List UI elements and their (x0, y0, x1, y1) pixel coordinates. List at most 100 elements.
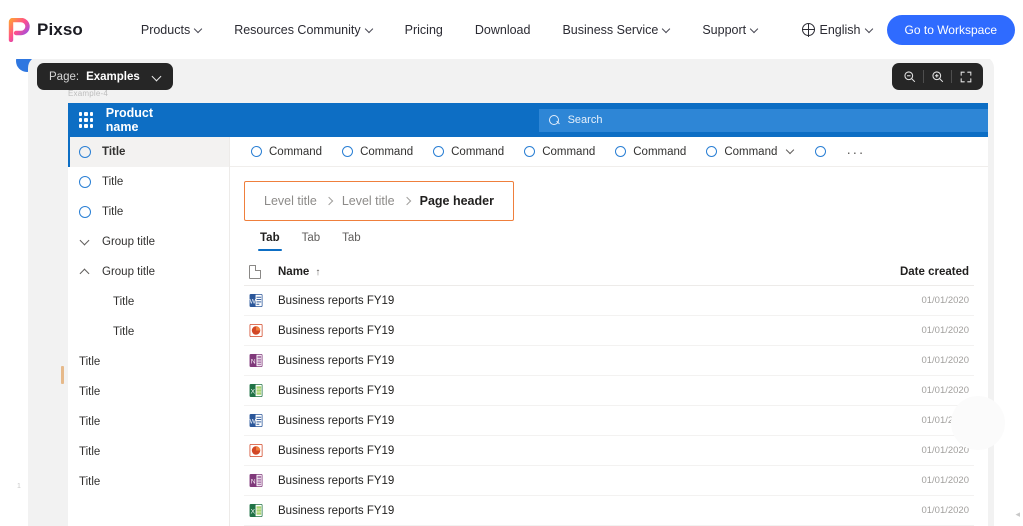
nav-item-business-service[interactable]: Business Service (546, 17, 686, 43)
radio-icon (79, 176, 91, 188)
app-header-bar: Product name Search (68, 103, 988, 137)
radio-icon (342, 146, 353, 157)
sidebar-group-1[interactable]: Group title (68, 227, 229, 257)
sidebar-item-label: Title (79, 476, 100, 488)
chevron-up-icon (79, 266, 91, 278)
column-header-date[interactable]: Date created (900, 266, 974, 278)
table-row[interactable]: N Business reports FY19 01/01/2020 (244, 466, 974, 496)
command-button-6[interactable]: Command (696, 146, 805, 158)
file-date: 01/01/2020 (921, 475, 974, 486)
command-label: Command (269, 146, 322, 158)
frame-label[interactable]: Example-4 (68, 89, 108, 98)
app-title: Product name (106, 106, 178, 134)
radio-icon (615, 146, 626, 157)
nav-item-label: Products (141, 23, 190, 37)
breadcrumb-item-2[interactable]: Level title (342, 194, 395, 208)
nav-item-pricing[interactable]: Pricing (389, 17, 459, 43)
command-label: Command (360, 146, 413, 158)
table-row[interactable]: N Business reports FY19 01/01/2020 (244, 346, 974, 376)
brand-logo[interactable]: Pixso (8, 18, 83, 42)
brand-name: Pixso (37, 20, 83, 40)
file-name: Business reports FY19 (278, 385, 394, 397)
sidebar-item-title-3[interactable]: Title (68, 197, 229, 227)
sidebar-item-label: Title (102, 176, 123, 188)
sidebar-item-label: Title (113, 326, 134, 338)
page-selector[interactable]: Page: Examples (37, 63, 173, 90)
nav-item-resources-community[interactable]: Resources Community (218, 17, 388, 43)
zoom-out-icon[interactable] (896, 63, 923, 90)
sidebar-child-1[interactable]: Title (68, 287, 229, 317)
column-header-name[interactable]: Name ↑ (278, 266, 320, 278)
nav-item-products[interactable]: Products (125, 17, 218, 43)
command-button-2[interactable]: Command (332, 146, 423, 158)
tab-1[interactable]: Tab (249, 228, 291, 251)
file-name: Business reports FY19 (278, 355, 394, 367)
pixso-canvas-stage: Example-4 Product name Search Title (0, 0, 1023, 526)
sidebar-group-2[interactable]: Group title (68, 257, 229, 287)
search-input[interactable]: Search (539, 109, 988, 132)
sidebar-item-title-8[interactable]: Title (68, 467, 229, 497)
radio-icon (79, 206, 91, 218)
powerpoint-file-icon (249, 323, 264, 338)
command-label: Command (633, 146, 686, 158)
scroll-arrow-icon[interactable]: ◂ (1015, 509, 1020, 520)
sidebar-item-title-4[interactable]: Title (68, 347, 229, 377)
fit-to-screen-icon[interactable] (952, 63, 979, 90)
chevron-down-icon (866, 26, 873, 33)
file-name: Business reports FY19 (278, 475, 394, 487)
radio-icon (251, 146, 262, 157)
svg-text:N: N (251, 478, 256, 485)
command-overflow-button[interactable]: ··· (836, 144, 875, 160)
go-to-workspace-button[interactable]: Go to Workspace (887, 15, 1015, 45)
sidebar-item-title-2[interactable]: Title (68, 167, 229, 197)
radio-icon (815, 146, 826, 157)
chevron-right-icon (326, 198, 333, 205)
app-launcher-icon[interactable] (79, 112, 93, 128)
app-body: Title Title Title Group title Group titl… (68, 137, 988, 526)
command-button-3[interactable]: Command (423, 146, 514, 158)
sidebar-nav: Title Title Title Group title Group titl… (68, 137, 230, 526)
command-button-4[interactable]: Command (514, 146, 605, 158)
artboard-app: Product name Search Title Title Tit (68, 103, 988, 526)
sort-ascending-icon: ↑ (315, 267, 320, 278)
main-content: Command Command Command Command (230, 137, 988, 526)
command-label: Command (451, 146, 504, 158)
command-button-5[interactable]: Command (605, 146, 696, 158)
command-button-7[interactable] (805, 146, 836, 157)
tab-2[interactable]: Tab (291, 228, 332, 251)
nav-item-download[interactable]: Download (459, 17, 547, 43)
nav-item-support[interactable]: Support (686, 17, 774, 43)
table-header: Name ↑ Date created (244, 259, 974, 286)
chevron-down-icon (751, 26, 758, 33)
file-date: 01/01/2020 (921, 325, 974, 336)
file-name: Business reports FY19 (278, 415, 394, 427)
command-label: Command (724, 146, 777, 158)
document-icon (249, 265, 261, 279)
sidebar-item-title-7[interactable]: Title (68, 437, 229, 467)
table-row[interactable]: Business reports FY19 01/01/2020 (244, 436, 974, 466)
breadcrumb-item-1[interactable]: Level title (264, 194, 317, 208)
sidebar-item-title-6[interactable]: Title (68, 407, 229, 437)
onenote-file-icon: N (249, 473, 264, 488)
radio-icon (79, 146, 91, 158)
nav-item-label: Pricing (405, 23, 443, 37)
language-selector[interactable]: English (802, 23, 873, 37)
command-bar: Command Command Command Command (230, 137, 988, 167)
table-row[interactable]: W Business reports FY19 01/01/2020 (244, 406, 974, 436)
breadcrumb[interactable]: Level title Level title Page header (244, 181, 514, 221)
table-row[interactable]: Business reports FY19 01/01/2020 (244, 316, 974, 346)
file-table: Name ↑ Date created W Business reports F… (244, 259, 974, 526)
zoom-in-icon[interactable] (924, 63, 951, 90)
table-row[interactable]: X Business reports FY19 01/01/2020 (244, 376, 974, 406)
tab-3[interactable]: Tab (331, 228, 372, 251)
command-button-1[interactable]: Command (241, 146, 332, 158)
table-row[interactable]: X Business reports FY19 01/01/2020 (244, 496, 974, 526)
file-name: Business reports FY19 (278, 445, 394, 457)
sidebar-item-title-1[interactable]: Title (68, 137, 229, 167)
onenote-file-icon: N (249, 353, 264, 368)
sidebar-child-2[interactable]: Title (68, 317, 229, 347)
sidebar-item-title-5[interactable]: Title (68, 377, 229, 407)
content-area: Level title Level title Page header Tab … (230, 167, 988, 526)
sidebar-item-label: Title (113, 296, 134, 308)
table-row[interactable]: W Business reports FY19 01/01/2020 (244, 286, 974, 316)
